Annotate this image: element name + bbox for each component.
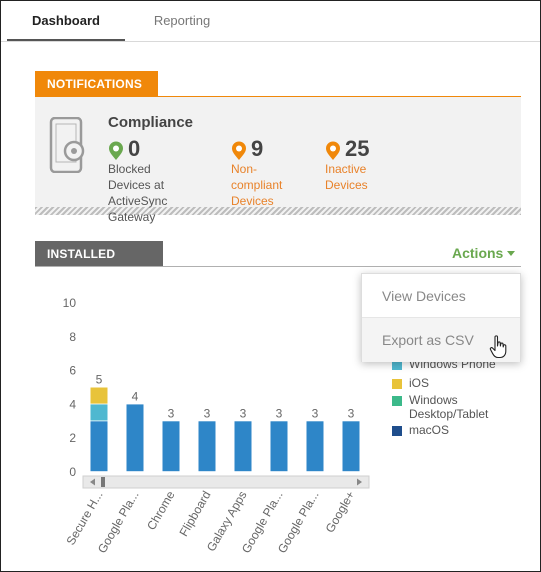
green-pin-icon (109, 141, 123, 160)
tab-bar: Dashboard Reporting (1, 1, 540, 42)
bar-value-label: 3 (312, 406, 319, 420)
legend-label: Windows Desktop/Tablet (409, 393, 489, 421)
bar-segment[interactable] (234, 421, 252, 472)
notifications-header: NOTIFICATIONS (35, 71, 158, 97)
inactive-count: 25 (345, 136, 370, 161)
blocked-devices-count: 0 (128, 136, 141, 161)
bar-value-label: 5 (96, 373, 103, 387)
non-compliant-label[interactable]: Non-compliant Devices (231, 161, 282, 209)
bar-segment[interactable] (306, 421, 324, 472)
caret-down-icon (507, 251, 516, 256)
legend-label: macOS (409, 423, 450, 437)
legend-swatch (392, 426, 402, 436)
y-tick-label: 2 (69, 431, 76, 445)
inactive-label[interactable]: Inactive Devices (325, 161, 368, 193)
chart-scrollbar-track[interactable] (82, 475, 370, 489)
bar-value-label: 3 (240, 406, 247, 420)
tab-dashboard[interactable]: Dashboard (7, 1, 125, 41)
non-compliant-count: 9 (251, 136, 264, 161)
actions-label: Actions (452, 245, 504, 261)
y-tick-label: 10 (63, 296, 77, 310)
bar-segment[interactable] (126, 404, 144, 472)
y-tick-label: 4 (69, 397, 76, 411)
bar-value-label: 3 (348, 406, 355, 420)
menu-item-view-devices[interactable]: View Devices (362, 274, 520, 318)
orange-pin-icon (326, 141, 340, 160)
compliance-title: Compliance (108, 114, 194, 131)
legend-swatch (392, 379, 402, 389)
dashboard-panel: Dashboard Reporting NOTIFICATIONS Compli… (0, 0, 541, 572)
bar-segment[interactable] (270, 421, 288, 472)
y-tick-label: 6 (69, 364, 76, 378)
bar-segment[interactable] (162, 421, 180, 472)
bar-segment[interactable] (198, 421, 216, 472)
y-tick-label: 8 (69, 330, 76, 344)
installed-apps-header: INSTALLED APPS (35, 241, 163, 287)
actions-dropdown-toggle[interactable]: Actions (452, 245, 516, 261)
bar-segment[interactable] (90, 404, 108, 421)
bar-value-label: 3 (168, 406, 175, 420)
bar-segment[interactable] (90, 387, 108, 404)
bar-segment[interactable] (342, 421, 360, 472)
bar-value-label: 4 (132, 389, 139, 403)
hand-cursor-icon (489, 335, 507, 359)
legend-label: iOS (409, 376, 430, 390)
blocked-devices-label: Blocked Devices at ActiveSync Gateway (108, 162, 168, 224)
x-tick-label: Secure H... (63, 489, 105, 548)
tab-reporting[interactable]: Reporting (125, 1, 239, 41)
x-tick-label: Chrome (144, 488, 178, 532)
x-tick-label: Google+ (323, 489, 358, 536)
mobile-device-icon (49, 117, 85, 173)
y-tick-label: 0 (69, 465, 76, 479)
x-tick-label: Flipboard (176, 489, 213, 539)
bar-segment[interactable] (90, 421, 108, 472)
orange-pin-icon (232, 141, 246, 160)
bar-value-label: 3 (204, 406, 211, 420)
bar-value-label: 3 (276, 406, 283, 420)
installed-apps-divider (35, 266, 521, 267)
legend-swatch (392, 396, 402, 406)
installed-apps-chart: 02468105Secure H...4Google Pla...3Chrome… (63, 296, 370, 556)
chart-scrollbar-thumb[interactable] (101, 477, 105, 487)
